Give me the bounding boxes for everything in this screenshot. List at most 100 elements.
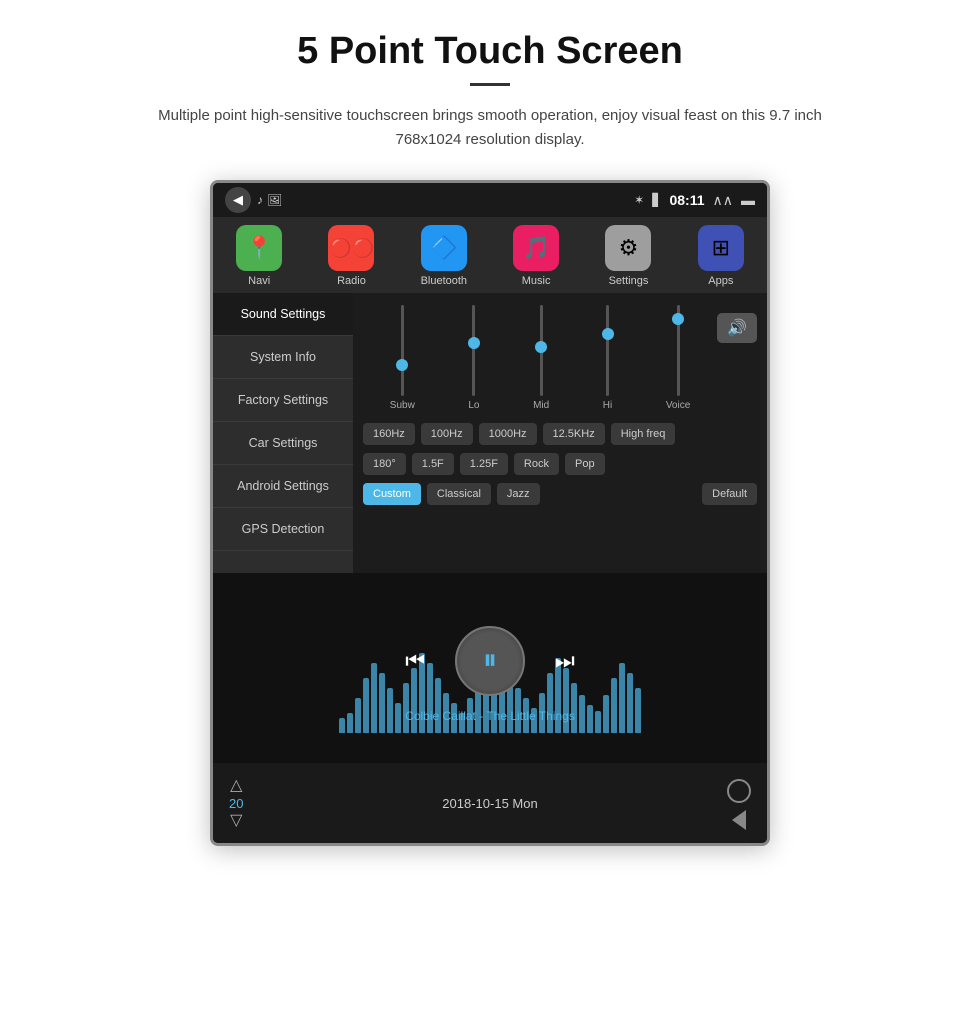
slider-mid-label: Mid (533, 400, 549, 411)
sidebar-item-sound-settings[interactable]: Sound Settings (213, 293, 353, 336)
viz-bar (587, 705, 593, 733)
back-tri-icon[interactable] (732, 810, 746, 830)
preset-custom[interactable]: Custom (363, 483, 421, 505)
viz-bar (379, 673, 385, 733)
preset-jazz[interactable]: Jazz (497, 483, 540, 505)
viz-bar (627, 673, 633, 733)
navi-icon: 📍 (236, 225, 282, 271)
app-music[interactable]: 🎵 Music (499, 225, 574, 287)
viz-bar (603, 695, 609, 733)
preset-row-2: 180° 1.5F 1.25F Rock Pop (363, 453, 757, 475)
status-icons: ♪ 🖼 (257, 193, 282, 207)
status-left: ◀ ♪ 🖼 (225, 187, 282, 213)
preset-classical[interactable]: Classical (427, 483, 491, 505)
preset-1_5f[interactable]: 1.5F (412, 453, 454, 475)
nav-arrows: △ 20 ▽ (229, 778, 243, 829)
signal-icon: ▋ (652, 193, 661, 207)
layout-icon: ▬ (741, 192, 755, 208)
slider-lo[interactable]: Lo (468, 305, 479, 411)
viz-bar (363, 678, 369, 733)
slider-voice-label: Voice (666, 400, 690, 411)
preset-row-1: 160Hz 100Hz 1000Hz 12.5KHz High freq (363, 423, 757, 445)
app-bluetooth[interactable]: 🔷 Bluetooth (406, 225, 481, 287)
slider-subw[interactable]: Subw (390, 305, 415, 411)
app-navi[interactable]: 📍 Navi (222, 225, 297, 287)
viz-bar (595, 711, 601, 733)
preset-12khz[interactable]: 12.5KHz (543, 423, 605, 445)
slider-mid[interactable]: Mid (533, 305, 549, 411)
page-title: 5 Point Touch Screen (297, 30, 683, 73)
settings-label: Settings (609, 275, 649, 287)
sliders-row: Subw Lo Mid (363, 305, 717, 415)
status-bar: ◀ ♪ 🖼 ✶ ▋ 08:11 ∧∧ ▬ (213, 183, 767, 217)
bluetooth-label: Bluetooth (421, 275, 467, 287)
photo-status-icon: 🖼 (267, 193, 282, 207)
bottom-right-icons (727, 779, 751, 827)
slider-hi-label: Hi (603, 400, 612, 411)
up-arrow-button[interactable]: △ (230, 778, 242, 794)
sidebar-item-factory-settings[interactable]: Factory Settings (213, 379, 353, 422)
sidebar: Sound Settings System Info Factory Setti… (213, 293, 353, 573)
bottom-bar: △ 20 ▽ 2018-10-15 Mon (213, 763, 767, 843)
viz-bar (355, 698, 361, 733)
play-pause-button[interactable]: ⏸ (455, 626, 525, 696)
slider-subw-label: Subw (390, 400, 415, 411)
viz-bar (635, 688, 641, 733)
settings-icon: ⚙ (605, 225, 651, 271)
down-arrow-button[interactable]: ▽ (230, 813, 242, 829)
home-circle-icon[interactable] (727, 779, 751, 803)
navi-label: Navi (248, 275, 270, 287)
day-number: 20 (229, 796, 243, 811)
viz-bar (611, 678, 617, 733)
preset-pop[interactable]: Pop (565, 453, 605, 475)
apps-label: Apps (708, 275, 733, 287)
preset-1000hz[interactable]: 1000Hz (479, 423, 537, 445)
bluetooth-icon: 🔷 (421, 225, 467, 271)
music-label: Music (522, 275, 551, 287)
bt-icon: ✶ (634, 193, 644, 207)
preset-highfreq[interactable]: High freq (611, 423, 676, 445)
viz-bar (579, 695, 585, 733)
viz-bar (339, 718, 345, 733)
app-settings[interactable]: ⚙ Settings (591, 225, 666, 287)
app-bar: 📍 Navi 🔴🔴 Radio 🔷 Bluetooth 🎵 Music ⚙ Se… (213, 217, 767, 293)
preset-default[interactable]: Default (702, 483, 757, 505)
preset-100hz[interactable]: 100Hz (421, 423, 473, 445)
slider-voice[interactable]: Voice (666, 305, 690, 411)
preset-rock[interactable]: Rock (514, 453, 559, 475)
clock-display: 08:11 (669, 192, 704, 208)
music-icon: 🎵 (513, 225, 559, 271)
sidebar-item-system-info[interactable]: System Info (213, 336, 353, 379)
title-divider (470, 83, 510, 86)
viz-bar (395, 703, 401, 733)
app-radio[interactable]: 🔴🔴 Radio (314, 225, 389, 287)
slider-hi[interactable]: Hi (603, 305, 612, 411)
play-pause-icon: ⏸ (483, 644, 497, 677)
viz-bar (619, 663, 625, 733)
preset-160hz[interactable]: 160Hz (363, 423, 415, 445)
up-arrows-icon: ∧∧ (713, 192, 734, 209)
music-player: ⏮ ⏸ ⏭ Colbie Caillat - The Little Things (213, 573, 767, 763)
prev-track-button[interactable]: ⏮ (405, 648, 425, 674)
radio-label: Radio (337, 275, 366, 287)
app-apps[interactable]: ⊞ Apps (683, 225, 758, 287)
viz-bar (387, 688, 393, 733)
viz-bar (371, 663, 377, 733)
device-frame: ◀ ♪ 🖼 ✶ ▋ 08:11 ∧∧ ▬ 📍 Navi 🔴🔴 Radio 🔷 B… (210, 180, 770, 846)
radio-icon: 🔴🔴 (328, 225, 374, 271)
next-track-button[interactable]: ⏭ (555, 648, 575, 674)
viz-bar (347, 713, 353, 733)
page-subtitle: Multiple point high-sensitive touchscree… (140, 104, 840, 152)
song-title: Colbie Caillat - The Little Things (405, 709, 575, 723)
sidebar-item-gps-detection[interactable]: GPS Detection (213, 508, 353, 551)
preset-row-3: Custom Classical Jazz Default (363, 483, 757, 505)
eq-panel: Subw Lo Mid (353, 293, 767, 573)
sound-toggle-button[interactable]: 🔊 (717, 313, 757, 343)
music-status-icon: ♪ (257, 193, 263, 207)
back-button[interactable]: ◀ (225, 187, 251, 213)
preset-180deg[interactable]: 180° (363, 453, 406, 475)
sidebar-item-android-settings[interactable]: Android Settings (213, 465, 353, 508)
slider-lo-label: Lo (468, 400, 479, 411)
preset-1_25f[interactable]: 1.25F (460, 453, 508, 475)
sidebar-item-car-settings[interactable]: Car Settings (213, 422, 353, 465)
